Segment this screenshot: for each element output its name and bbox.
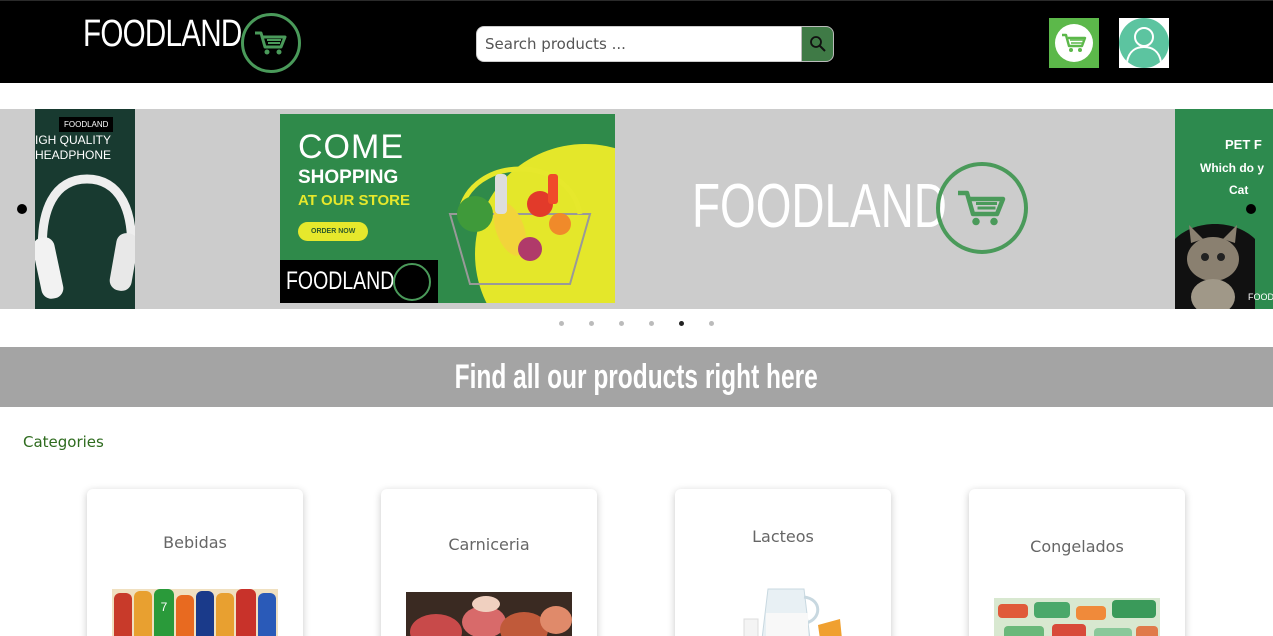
products-banner: Find all our products right here (0, 347, 1273, 407)
slide-headphone[interactable]: FOODLAND IGH QUALITY HEADPHONE (35, 109, 135, 309)
order-now-button[interactable]: ORDER NOW (298, 222, 369, 241)
cat-image (1175, 224, 1255, 309)
banner-text: Find all our products right here (454, 357, 819, 396)
slide-subtitle-2: AT OUR STORE (298, 192, 410, 209)
slide-footer: FOODLAND (280, 260, 438, 303)
cart-logo-icon[interactable] (241, 13, 301, 73)
carousel-indicator[interactable] (589, 321, 594, 326)
cart-button[interactable] (1049, 18, 1099, 68)
category-title: Lacteos (752, 527, 814, 546)
category-title: Carniceria (448, 535, 530, 554)
category-image: 7 (112, 589, 278, 636)
user-icon (1119, 18, 1169, 68)
carousel-next-button[interactable] (1246, 204, 1256, 214)
cart-logo-icon (936, 162, 1028, 254)
search-bar (476, 26, 834, 62)
search-input[interactable] (476, 26, 801, 62)
slide-pet-food[interactable]: PET F Which do y Cat FOODL (1175, 109, 1273, 309)
category-card-congelados[interactable]: Congelados (969, 489, 1185, 636)
carousel-indicators (559, 321, 714, 326)
headphone-image (35, 174, 135, 299)
carousel-indicator[interactable] (559, 321, 564, 326)
category-card-carniceria[interactable]: Carniceria (381, 489, 597, 636)
slide-footer-brand: FOODLAND (286, 267, 395, 295)
category-image (994, 598, 1160, 636)
carousel-indicator[interactable] (649, 321, 654, 326)
category-title: Bebidas (163, 533, 227, 552)
category-image (406, 592, 572, 636)
category-card-bebidas[interactable]: Bebidas 7 (87, 489, 303, 636)
brand-name[interactable]: FOODLAND (83, 13, 242, 56)
carousel-indicator[interactable] (709, 321, 714, 326)
brand[interactable]: FOODLAND (83, 13, 301, 73)
category-image (700, 579, 866, 636)
carousel-indicator-active[interactable] (679, 321, 684, 326)
basket-image (448, 166, 592, 285)
slide-subtitle: SHOPPING (298, 167, 399, 188)
cart-logo-icon (393, 263, 431, 301)
magnifier-icon (809, 36, 826, 52)
carousel-indicator[interactable] (619, 321, 624, 326)
category-title: Congelados (1030, 537, 1124, 556)
slide-title: COME (298, 128, 404, 166)
search-button[interactable] (801, 26, 834, 62)
slide-come-shopping[interactable]: COME SHOPPING AT OUR STORE ORDER NOW FOO… (280, 114, 615, 303)
cart-icon (1055, 24, 1093, 62)
header: FOODLAND (0, 0, 1273, 83)
promo-carousel[interactable]: FOODLAND IGH QUALITY HEADPHONE COME SHOP… (0, 109, 1273, 309)
category-card-lacteos[interactable]: Lacteos (675, 489, 891, 636)
user-avatar-button[interactable] (1119, 18, 1169, 68)
carousel-brand: FOODLAND (692, 172, 947, 241)
slide-footer-brand: FOODL (1248, 292, 1273, 302)
carousel-prev-button[interactable] (17, 204, 27, 214)
categories-heading: Categories (23, 433, 104, 451)
svg-text:7: 7 (161, 600, 168, 614)
